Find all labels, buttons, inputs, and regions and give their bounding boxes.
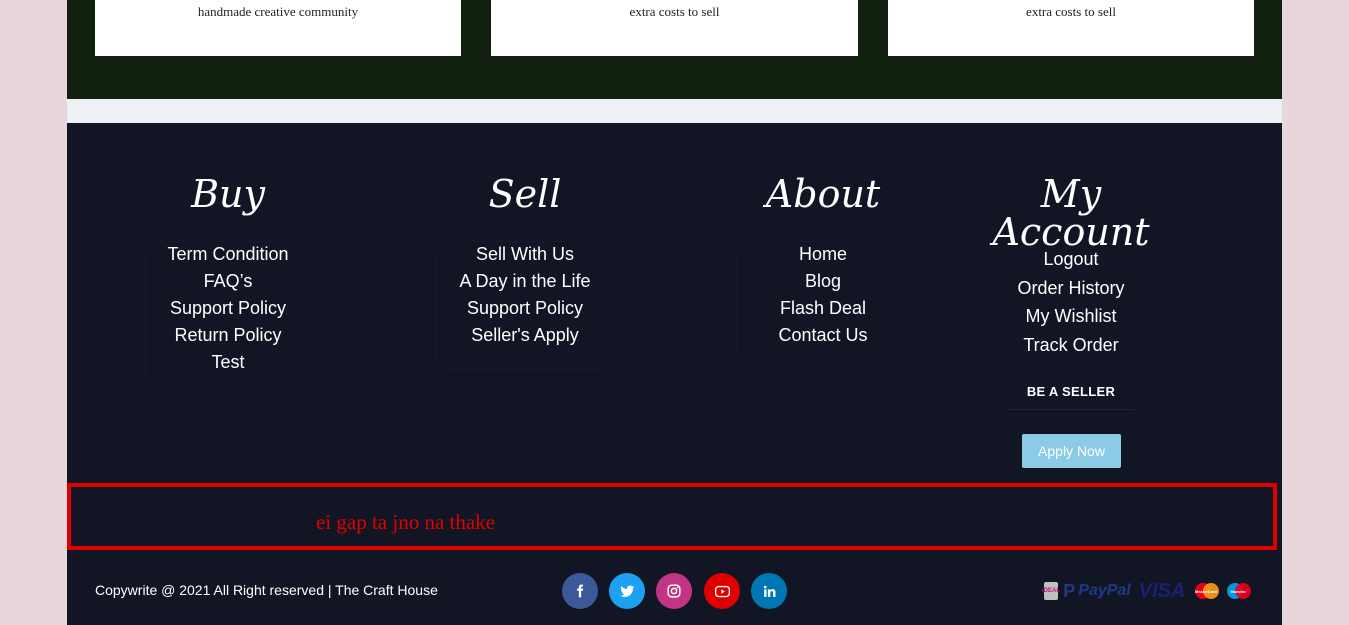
- feature-card-text: extra costs to sell: [629, 4, 720, 19]
- footer-link-sellers-apply[interactable]: Seller's Apply: [471, 325, 579, 345]
- footer-link-list: Term Condition FAQ’s Support Policy Retu…: [143, 241, 313, 376]
- footer-link-list: Home Blog Flash Deal Contact Us: [738, 241, 908, 349]
- footer-link-order-history[interactable]: Order History: [1017, 278, 1124, 298]
- annotation-highlight-box: [67, 483, 1277, 550]
- mastercard-logo-text: MasterCard: [1194, 588, 1217, 594]
- facebook-icon[interactable]: [562, 573, 598, 609]
- feature-card: extra costs to sell: [491, 0, 858, 56]
- apply-now-button[interactable]: Apply Now: [1022, 434, 1121, 468]
- footer-link-test[interactable]: Test: [211, 352, 244, 372]
- footer-link-day-in-life[interactable]: A Day in the Life: [459, 271, 590, 291]
- footer-column-title: About: [765, 172, 881, 216]
- footer-column-title: Buy: [191, 172, 265, 216]
- paypal-logo-text: PayPal: [1078, 582, 1131, 599]
- feature-card: handmade creative community: [95, 0, 461, 56]
- footer-link-faqs[interactable]: FAQ’s: [204, 271, 253, 291]
- feature-band: handmade creative community extra costs …: [67, 0, 1282, 99]
- footer-column-title: My Account: [992, 172, 1150, 254]
- footer-link-return-policy[interactable]: Return Policy: [174, 325, 281, 345]
- footer-column-title: Sell: [488, 172, 562, 216]
- maestro-logo-text: Maestro: [1230, 588, 1246, 594]
- visa-logo: VISA: [1136, 579, 1188, 602]
- footer-link-home[interactable]: Home: [799, 244, 847, 264]
- footer-link-my-wishlist[interactable]: My Wishlist: [1026, 306, 1117, 326]
- footer-link-contact-us[interactable]: Contact Us: [778, 325, 867, 345]
- footer-link-flash-deal[interactable]: Flash Deal: [780, 298, 866, 318]
- maestro-logo: Maestro: [1224, 582, 1252, 600]
- footer-link-logout[interactable]: Logout: [1043, 249, 1098, 269]
- page: handmade creative community extra costs …: [67, 0, 1282, 625]
- site-footer: Buy Term Condition FAQ’s Support Policy …: [67, 123, 1282, 625]
- twitter-icon[interactable]: [609, 573, 645, 609]
- ideal-logo: iDEAL: [1042, 582, 1060, 600]
- feature-card-text: extra costs to sell: [1026, 4, 1116, 19]
- footer-link-blog[interactable]: Blog: [805, 271, 841, 291]
- instagram-icon[interactable]: [656, 573, 692, 609]
- feature-card-text: handmade creative community: [197, 4, 359, 19]
- footer-column-buy: Buy Term Condition FAQ’s Support Policy …: [143, 123, 313, 376]
- paypal-logo: P PayPal: [1063, 580, 1131, 601]
- ideal-logo-text: iDEAL: [1042, 588, 1060, 594]
- feature-card: extra costs to sell: [888, 0, 1254, 56]
- footer-link-list: Logout Order History My Wishlist Track O…: [971, 245, 1171, 359]
- footer-link-term-condition[interactable]: Term Condition: [167, 244, 288, 264]
- footer-column-about: About Home Blog Flash Deal Contact Us: [738, 123, 908, 349]
- be-a-seller-heading: BE A SELLER: [1026, 384, 1116, 399]
- footer-link-track-order[interactable]: Track Order: [1023, 335, 1118, 355]
- footer-column-my-account: My Account Logout Order History My Wishl…: [971, 123, 1171, 359]
- footer-link-list: Sell With Us A Day in the Life Support P…: [440, 241, 610, 349]
- seller-divider: [1008, 409, 1134, 410]
- copyright-text: Copywrite @ 2021 All Right reserved | Th…: [95, 582, 438, 598]
- footer-link-sell-with-us[interactable]: Sell With Us: [476, 244, 574, 264]
- footer-column-sell: Sell Sell With Us A Day in the Life Supp…: [440, 123, 610, 349]
- visa-logo-text: VISA: [1138, 579, 1186, 602]
- youtube-icon[interactable]: [704, 573, 740, 609]
- section-gap: [67, 99, 1282, 123]
- annotation-text: ei gap ta jno na thake: [316, 510, 496, 534]
- footer-link-support-policy[interactable]: Support Policy: [170, 298, 286, 318]
- footer-link-support-policy[interactable]: Support Policy: [467, 298, 583, 318]
- mastercard-logo: MasterCard: [1192, 582, 1220, 600]
- linkedin-icon[interactable]: [751, 573, 787, 609]
